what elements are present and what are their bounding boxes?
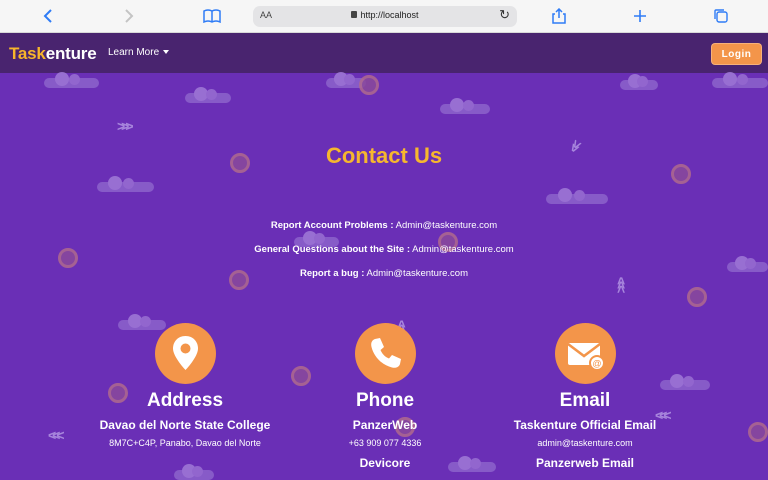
phone-org-2: Devicore — [359, 456, 411, 470]
url-display: http://localhost — [253, 10, 517, 20]
address-college: Davao del Norte State College — [99, 418, 271, 432]
contact-email-link[interactable]: Admin@taskenture.com — [412, 244, 514, 255]
cloud-decoration — [712, 72, 768, 88]
chevron-left-decoration-icon: <<< — [48, 427, 64, 443]
cloud-decoration — [546, 188, 608, 204]
new-tab-icon[interactable] — [629, 6, 651, 26]
login-button[interactable]: Login — [711, 43, 762, 65]
learn-more-dropdown[interactable]: Learn More — [108, 47, 170, 58]
brand-logo[interactable]: Taskenture — [9, 44, 97, 64]
address-bar[interactable]: AA http://localhost ↻ — [253, 6, 517, 27]
svg-text:@: @ — [592, 359, 601, 369]
contact-email-link[interactable]: Admin@taskenture.com — [396, 220, 498, 231]
phone-title: Phone — [355, 390, 415, 411]
email-label-1: Taskenture Official Email — [513, 418, 657, 432]
email-address[interactable]: admin@taskenture.com — [485, 438, 685, 448]
address-card: Address Davao del Norte State College 8M… — [85, 323, 285, 448]
site-navbar: Taskenture Learn More Login — [0, 33, 768, 73]
tabs-overview-icon[interactable] — [710, 6, 732, 26]
page-title: Contact Us — [325, 143, 443, 168]
url-text: http://localhost — [360, 10, 419, 20]
cloud-decoration — [97, 176, 154, 192]
browser-toolbar: AA http://localhost ↻ — [0, 0, 768, 33]
email-title: Email — [559, 390, 611, 411]
cloud-decoration — [174, 464, 214, 480]
address-location: 8M7C+C4P, Panabo, Davao del Norte — [109, 438, 261, 448]
phone-card: Phone PanzerWeb +63 909 077 4336 Devicor… — [285, 323, 485, 470]
gear-decoration-icon — [748, 422, 768, 442]
forward-icon[interactable] — [118, 6, 140, 26]
cloud-decoration — [44, 72, 99, 88]
contact-line-general: General Questions about the Site : Admin… — [254, 244, 514, 255]
location-pin-icon — [154, 323, 216, 384]
address-title: Address — [146, 390, 224, 411]
contact-email-link[interactable]: Admin@taskenture.com — [366, 268, 468, 279]
lock-icon — [351, 11, 358, 18]
phone-org-1: PanzerWeb — [352, 418, 418, 432]
contact-line-account: Report Account Problems : Admin@taskentu… — [270, 220, 498, 231]
caret-down-icon — [163, 50, 170, 55]
cloud-decoration — [185, 87, 231, 103]
reload-icon[interactable]: ↻ — [499, 7, 510, 23]
bookmarks-icon[interactable] — [201, 6, 223, 26]
cloud-decoration — [620, 74, 658, 90]
back-icon[interactable] — [37, 6, 59, 26]
share-icon[interactable] — [548, 6, 570, 26]
email-card: @ Email Taskenture Official Email admin@… — [485, 323, 685, 470]
envelope-icon: @ — [554, 323, 616, 384]
cloud-decoration — [440, 98, 490, 114]
contact-line-bug: Report a bug : Admin@taskenture.com — [299, 268, 469, 279]
gear-decoration-icon — [359, 75, 379, 95]
gear-decoration-icon — [687, 287, 707, 307]
email-label-2: Panzerweb Email — [535, 456, 635, 470]
phone-icon — [354, 323, 416, 384]
phone-number[interactable]: +63 909 077 4336 — [285, 438, 485, 448]
chevron-right-decoration-icon: >>> — [117, 118, 133, 134]
